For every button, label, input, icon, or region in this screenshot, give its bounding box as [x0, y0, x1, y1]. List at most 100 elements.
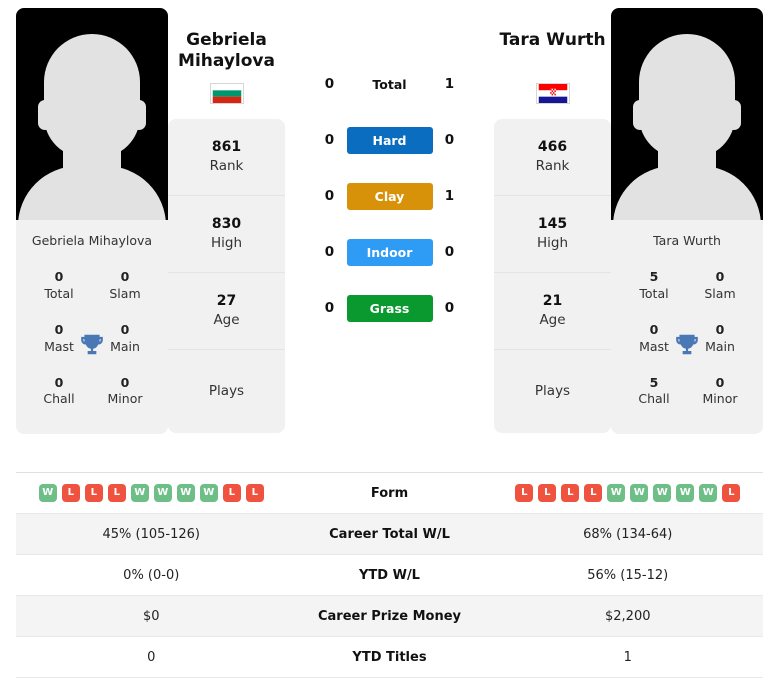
head-to-head-panel: 0 Total 1 0 Hard 0 0 Clay 1 0 Indoor 0 0…: [285, 8, 494, 336]
avatar-shoulders: [613, 166, 761, 220]
form-badge-win: W: [653, 484, 672, 502]
h2h-left-score: 0: [324, 76, 335, 92]
title-stat-minor-left: 0 Minor: [92, 366, 158, 419]
title-value: 0: [715, 374, 725, 390]
player-summary-right: Tara Wurth 466 Rank 145 High 21 Age Play…: [494, 8, 611, 434]
form-badge-win: W: [38, 484, 57, 502]
h2h-row-total: 0 Total 1: [285, 56, 494, 112]
player-photo-left: [16, 8, 168, 220]
player-card-left[interactable]: Gebriela Mihaylova 0 Total 0 Slam 0 Mast…: [16, 8, 168, 435]
stat-rank-left: 861 Rank: [168, 119, 285, 196]
form-badge-win: W: [153, 484, 172, 502]
stat-value: 145: [537, 215, 568, 232]
ytd-titles-left: 0: [147, 649, 156, 665]
titles-breakdown-left: 0 Total 0 Slam 0 Mast 0 Main 0 Chall 0 M…: [16, 254, 168, 434]
flag-bulgaria-icon: [209, 82, 244, 104]
title-stat-mast-right: 0 Mast: [621, 313, 687, 366]
player-name-left: Gebriela Mihaylova: [31, 233, 153, 248]
table-row-ytd-titles: 0 YTD Titles 1: [16, 637, 763, 678]
h2h-right-score: 1: [444, 188, 455, 204]
flag-croatia-icon: [535, 82, 570, 104]
h2h-right-score: 1: [444, 76, 455, 92]
form-badge-win: W: [699, 484, 718, 502]
title-stat-main-right: 0 Main: [687, 313, 753, 366]
title-value: 0: [649, 321, 659, 337]
title-stat-chall-left: 0 Chall: [26, 366, 92, 419]
row-label-career-prize-money: Career Prize Money: [317, 608, 461, 624]
stat-label: Plays: [208, 382, 245, 399]
player-title-right: Tara Wurth: [494, 30, 611, 76]
title-label: Mast: [44, 338, 74, 354]
form-badge-loss: L: [722, 484, 741, 502]
h2h-right-score: 0: [444, 132, 455, 148]
title-label: Slam: [109, 285, 141, 301]
avatar-ear-right: [727, 100, 741, 130]
table-row-ytd-wl: 0% (0-0) YTD W/L 56% (15-12): [16, 555, 763, 596]
title-value: 0: [120, 321, 130, 337]
stat-value: 861: [211, 139, 242, 155]
form-badges-right: LLLLWWWWWL: [493, 484, 764, 502]
table-row-career-prize-money: $0 Career Prize Money $2,200: [16, 596, 763, 637]
form-badge-win: W: [607, 484, 626, 502]
player-title-line1: Tara Wurth: [499, 30, 606, 50]
player-name-right: Tara Wurth: [653, 233, 721, 248]
table-row-form: WLLLWWWWLL Form LLLLWWWWWL: [16, 473, 763, 514]
player-summary-left: Gebriela Mihaylova 861 Rank 830 High 27 …: [168, 8, 285, 434]
h2h-row-clay: 0 Clay 1: [285, 168, 494, 224]
title-value: 5: [649, 269, 659, 284]
stat-label: Rank: [535, 158, 570, 175]
title-stat-slam-right: 0 Slam: [687, 260, 753, 313]
title-value: 0: [120, 269, 130, 284]
title-label: Slam: [704, 285, 736, 301]
form-badges-left: WLLLWWWWLL: [16, 484, 287, 502]
h2h-label-grass[interactable]: Grass: [346, 294, 433, 322]
h2h-left-score: 0: [324, 188, 335, 204]
player-photo-right: [611, 8, 763, 220]
h2h-right-score: 0: [444, 244, 455, 260]
stat-plays-left: Plays: [168, 350, 285, 434]
title-stat-minor-right: 0 Minor: [687, 366, 753, 419]
form-badge-loss: L: [61, 484, 80, 502]
career-total-wl-right: 68% (134-64): [583, 526, 673, 542]
career-prize-money-left: $0: [142, 608, 160, 624]
title-label: Minor: [107, 391, 143, 407]
title-label: Main: [705, 338, 735, 354]
avatar-ear-left: [633, 100, 647, 130]
ytd-titles-right: 1: [623, 649, 632, 665]
h2h-right-score: 0: [444, 300, 455, 316]
flag-row-left: [168, 76, 285, 110]
stat-age-left: 27 Age: [168, 273, 285, 350]
title-value: 0: [54, 374, 64, 390]
stat-high-left: 830 High: [168, 196, 285, 273]
title-stat-slam-left: 0 Slam: [92, 260, 158, 313]
title-label: Chall: [43, 391, 75, 407]
stat-plays-right: Plays: [494, 350, 611, 434]
avatar-ear-left: [38, 100, 52, 130]
h2h-label-hard[interactable]: Hard: [346, 126, 433, 154]
player-title-line1: Gebriela: [186, 30, 267, 50]
title-value: 5: [649, 374, 659, 390]
form-badge-win: W: [199, 484, 218, 502]
title-stat-total-right: 5 Total: [621, 260, 687, 313]
h2h-label-clay[interactable]: Clay: [346, 182, 433, 210]
career-prize-money-right: $2,200: [605, 608, 651, 624]
title-label: Total: [639, 285, 669, 301]
h2h-label-total: Total: [372, 76, 407, 92]
h2h-left-score: 0: [324, 132, 335, 148]
player-stats-left: 861 Rank 830 High 27 Age Plays: [168, 119, 285, 434]
title-label: Main: [110, 338, 140, 354]
stat-label: Plays: [534, 382, 571, 399]
titles-breakdown-right: 5 Total 0 Slam 0 Mast 0 Main 5 Chall 0 M…: [611, 254, 763, 434]
career-total-wl-left: 45% (105-126): [102, 526, 201, 542]
title-value: 0: [54, 269, 64, 284]
form-badge-loss: L: [561, 484, 580, 502]
title-stat-total-left: 0 Total: [26, 260, 92, 313]
player-card-right[interactable]: Tara Wurth 5 Total 0 Slam 0 Mast 0 Main …: [611, 8, 763, 435]
title-value: 0: [715, 269, 725, 284]
form-badge-loss: L: [84, 484, 103, 502]
form-left: WLLLWWWWLL: [16, 484, 287, 502]
row-label-career-total-wl: Career Total W/L: [329, 526, 450, 542]
h2h-label-indoor[interactable]: Indoor: [346, 238, 433, 266]
stat-label: Rank: [209, 158, 244, 175]
avatar-ear-right: [132, 100, 146, 130]
